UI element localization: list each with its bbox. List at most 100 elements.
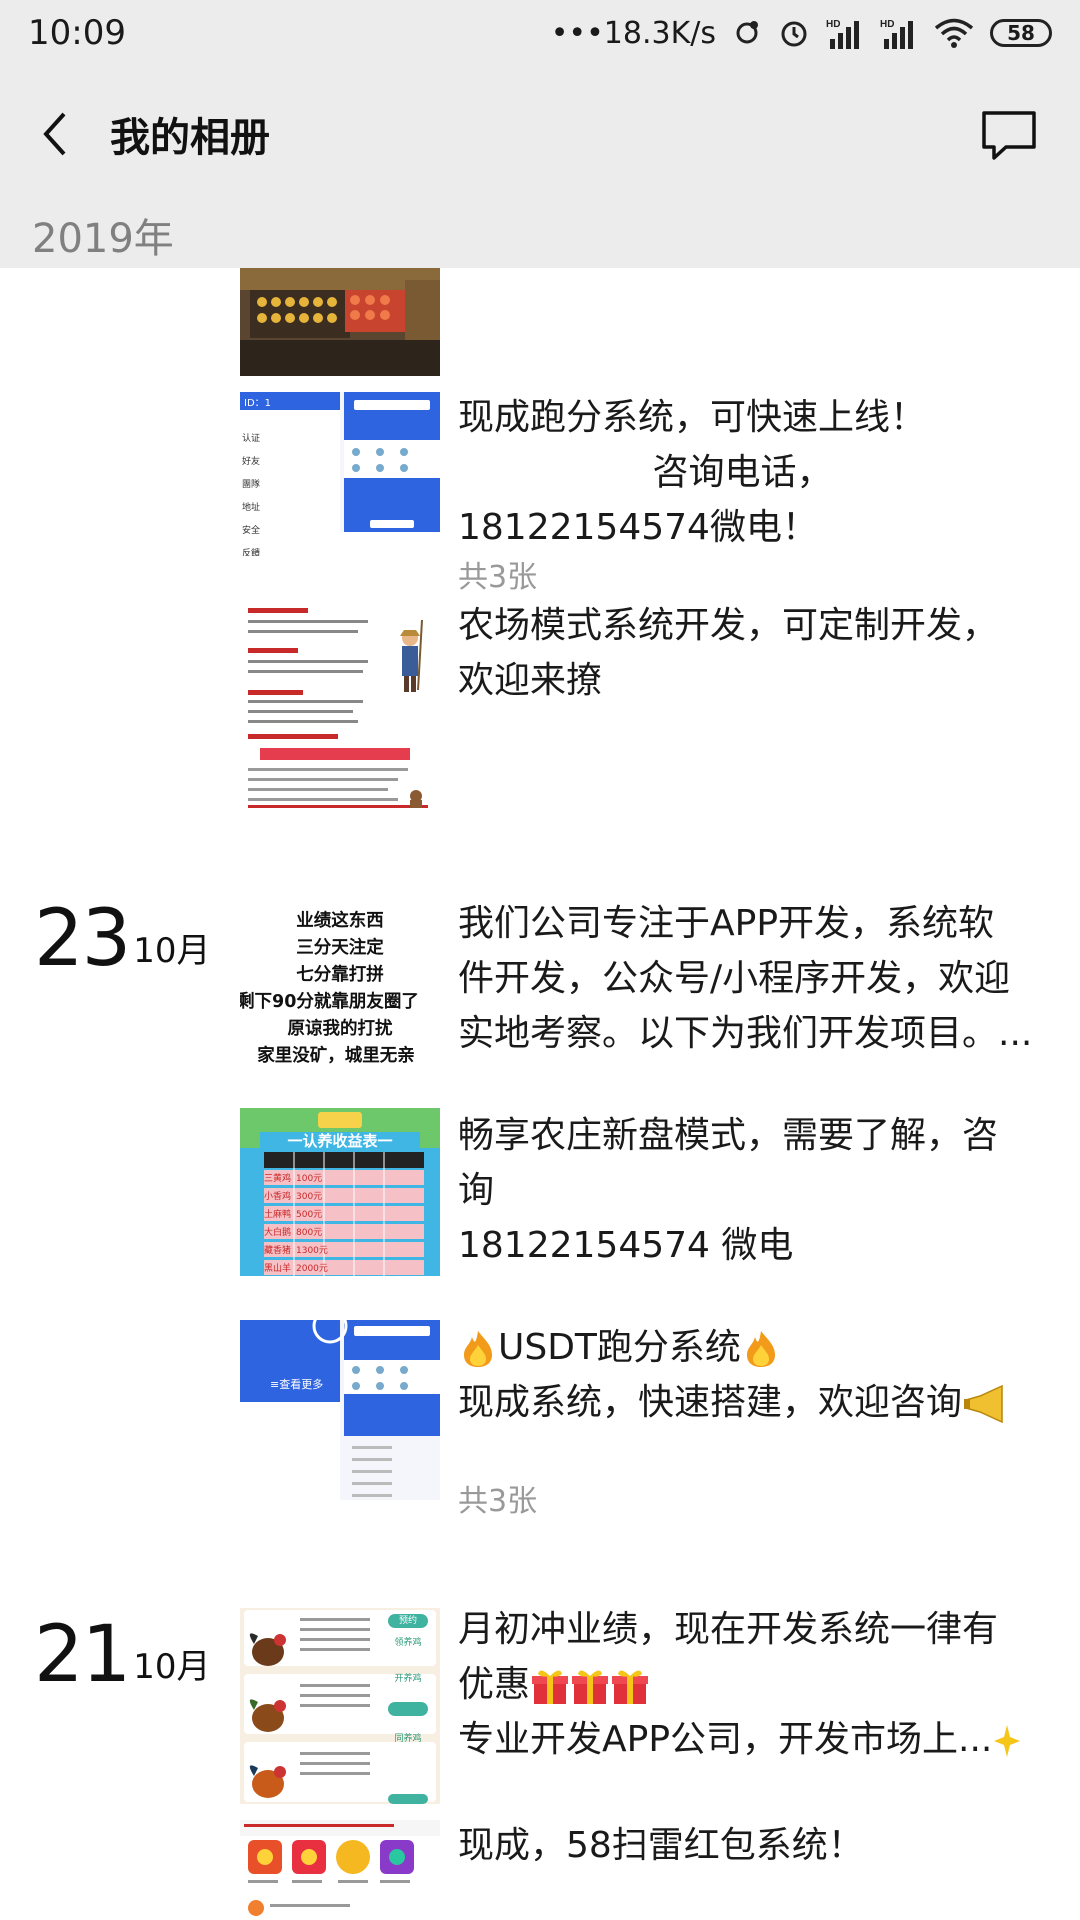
post-text-line: 专业开发APP公司，开发市场上... bbox=[458, 1712, 1058, 1767]
post-thumbnail[interactable]: ≡查看更多 bbox=[240, 1320, 440, 1500]
date-label: 21 10月 bbox=[34, 1616, 211, 1694]
wifi-icon bbox=[934, 18, 974, 48]
thumb-button-label: 领养鸡 bbox=[394, 1638, 422, 1648]
view-more-text: ≡查看更多 bbox=[270, 1378, 324, 1391]
post-text-line: 月初冲业绩，现在开发系统一律有 bbox=[458, 1609, 999, 1650]
post-text-line: 实地考察。以下为我们开发项目。... bbox=[458, 1013, 1033, 1054]
thumb-button-label: 同养鸡 bbox=[394, 1734, 422, 1744]
year-header: 2019年 bbox=[0, 202, 1080, 268]
post-thumbnail[interactable] bbox=[240, 1820, 440, 1920]
table-rows: 三黄鸡 小香鸡 土麻鸭 大白鹅 藏香猪 黑山羊 bbox=[264, 1170, 291, 1276]
table-cell: 800元 bbox=[296, 1228, 323, 1238]
thumb-menu-item: 反饋 bbox=[242, 549, 261, 556]
date-day: 23 bbox=[34, 894, 131, 984]
svg-text:HD: HD bbox=[880, 19, 894, 30]
post-text-line: 18122154574 微电 bbox=[458, 1225, 794, 1266]
thumb-button-label: 预约 bbox=[398, 1688, 417, 1698]
table-title: 一认养收益表一 bbox=[287, 1132, 393, 1150]
quote-image: 业绩这东西 三分天注定 七分靠打拼 剩下90分就靠朋友圈了 原谅我的打扰 家里没… bbox=[240, 904, 440, 1070]
post-thumbnail[interactable]: 业绩这东西 三分天注定 七分靠打拼 剩下90分就靠朋友圈了 原谅我的打扰 家里没… bbox=[240, 904, 440, 1072]
table-cell: 小香鸡 bbox=[264, 1192, 292, 1202]
food-photo bbox=[240, 268, 440, 376]
signal-icon: HD bbox=[880, 19, 913, 49]
thumb-menu: 认证 好友 團隊 地址 安全 反饋 bbox=[242, 428, 260, 556]
table-cell: 藏香猪 bbox=[264, 1246, 292, 1256]
post-text-segment: USDT跑分系统 bbox=[498, 1327, 741, 1368]
network-speed: •••18.3K/s bbox=[550, 15, 716, 51]
post-text-line: 咨询电话， bbox=[458, 452, 833, 493]
post-text-line: 农场模式系统开发，可定制开发， bbox=[458, 605, 999, 646]
gift-emoji bbox=[572, 1670, 609, 1704]
thumb-menu-item: 地址 bbox=[242, 503, 261, 513]
post-text[interactable]: 畅享农庄新盘模式，需要了解，咨 询 18122154574 微电 bbox=[458, 1108, 1038, 1273]
quote-line: 原谅我的打扰 bbox=[287, 1019, 393, 1039]
battery-icon: 58 bbox=[990, 19, 1052, 47]
fire-emoji bbox=[746, 1331, 775, 1367]
quote-line: 家里没矿，城里无亲 bbox=[257, 1046, 415, 1066]
post-text[interactable]: 现成，58扫雷红包系统！ bbox=[458, 1818, 1038, 1873]
status-icons: •••18.3K/s HD HD 58 bbox=[551, 16, 1052, 51]
table-cell: 黑山羊 bbox=[264, 1264, 292, 1274]
post-text[interactable]: 农场模式系统开发，可定制开发， 欢迎来撩 bbox=[458, 598, 1038, 708]
table-cell: 1300元 bbox=[296, 1246, 328, 1256]
app-screenshot-image bbox=[240, 392, 440, 556]
messages-button[interactable] bbox=[974, 102, 1044, 168]
date-month: 10月 bbox=[133, 931, 211, 971]
post-thumbnail[interactable]: ID：1 认证 好友 團隊 地址 安全 反饋 bbox=[240, 392, 440, 556]
post-thumbnail[interactable] bbox=[240, 268, 440, 376]
thumb-game-buttons: 预约 领养鸡 预约 开养鸡 预约 同养鸡 bbox=[388, 1614, 428, 1758]
farm-flyer-image bbox=[240, 600, 440, 815]
table-cell: 大白鹅 bbox=[264, 1228, 292, 1238]
post-text-segment: 优惠 bbox=[458, 1664, 531, 1705]
thumb-menu-item: 安全 bbox=[242, 526, 261, 536]
post-text-line: 现成系统，快速搭建，欢迎咨询 bbox=[458, 1375, 1038, 1430]
post-text-line: 现成，58扫雷红包系统！ bbox=[458, 1825, 864, 1866]
date-month: 10月 bbox=[133, 1647, 211, 1687]
post-text-segment: 专业开发APP公司，开发市场上... bbox=[458, 1719, 993, 1760]
post-text-line: 18122154574微电！ bbox=[458, 507, 818, 548]
post-text-line: 我们公司专注于APP开发，系统软 bbox=[458, 903, 995, 944]
table-cell: 100元 bbox=[296, 1174, 323, 1184]
post-text-line: 现成跑分系统，可快速上线！ bbox=[458, 397, 927, 438]
post-text[interactable]: USDT跑分系统 现成系统，快速搭建，欢迎咨询 bbox=[458, 1320, 1038, 1430]
post-text[interactable]: 月初冲业绩，现在开发系统一律有 优惠 专业开发APP公司，开发市场上... bbox=[458, 1602, 1058, 1767]
album-feed[interactable]: ID：1 认证 好友 團隊 地址 安全 反饋 现成跑分系统，可快速上线！ 咨询电… bbox=[0, 268, 1080, 1920]
sparkle-emoji bbox=[994, 1725, 1021, 1757]
date-label: 23 10月 bbox=[34, 900, 211, 978]
thumb-button-label: 开养鸡 bbox=[394, 1674, 422, 1684]
comment-icon bbox=[982, 111, 1036, 160]
post-thumbnail[interactable]: 一认养收益表一 三黄鸡 小香鸡 土麻鸭 大白鹅 藏香猪 黑山羊 100元 300… bbox=[240, 1108, 440, 1276]
table-cell: 300元 bbox=[296, 1192, 323, 1202]
title-bar: 我的相册 bbox=[0, 66, 1080, 202]
table-cell: 500元 bbox=[296, 1210, 323, 1220]
status-bar: 10:09 •••18.3K/s HD HD 58 bbox=[0, 0, 1080, 66]
post-text[interactable]: 我们公司专注于APP开发，系统软 件开发，公众号/小程序开发，欢迎 实地考察。以… bbox=[458, 896, 1058, 1061]
gift-emoji bbox=[612, 1670, 649, 1704]
post-thumbnail[interactable]: 预约 领养鸡 预约 开养鸡 预约 同养鸡 bbox=[240, 1608, 440, 1804]
status-time: 10:09 bbox=[28, 13, 126, 53]
post-text-line: 欢迎来撩 bbox=[458, 660, 603, 701]
quote-line: 业绩这东西 bbox=[296, 911, 384, 931]
date-day: 21 bbox=[34, 1610, 131, 1700]
post-text-line: 优惠 bbox=[458, 1657, 1058, 1712]
thumb-button-label: 预约 bbox=[398, 1748, 417, 1758]
post-text-segment: 现成系统，快速搭建，欢迎咨询 bbox=[458, 1382, 963, 1423]
page-title: 我的相册 bbox=[110, 115, 270, 161]
table-cell: 土麻鸭 bbox=[264, 1210, 292, 1220]
back-button[interactable] bbox=[0, 66, 110, 202]
photo-count: 共3张 bbox=[458, 1484, 538, 1519]
quote-line: 七分靠打拼 bbox=[296, 965, 384, 985]
back-arrow-icon bbox=[43, 112, 66, 156]
svg-text:HD: HD bbox=[826, 19, 840, 30]
signal-icon: HD bbox=[826, 19, 859, 49]
post-text-line: 畅享农庄新盘模式，需要了解，咨 bbox=[458, 1115, 999, 1156]
post-thumbnail[interactable] bbox=[240, 600, 440, 815]
thumb-id-text: ID：1 bbox=[244, 398, 272, 409]
post-text[interactable]: 现成跑分系统，可快速上线！ 咨询电话， 18122154574微电！ bbox=[458, 390, 1038, 555]
post-text-line: 询 bbox=[458, 1170, 495, 1211]
alarm-icon bbox=[781, 21, 807, 47]
table-cell: 2000元 bbox=[296, 1264, 328, 1274]
post-text-line: USDT跑分系统 bbox=[458, 1320, 1038, 1375]
gift-emoji bbox=[532, 1670, 569, 1704]
thumb-menu-item: 好友 bbox=[242, 457, 261, 467]
